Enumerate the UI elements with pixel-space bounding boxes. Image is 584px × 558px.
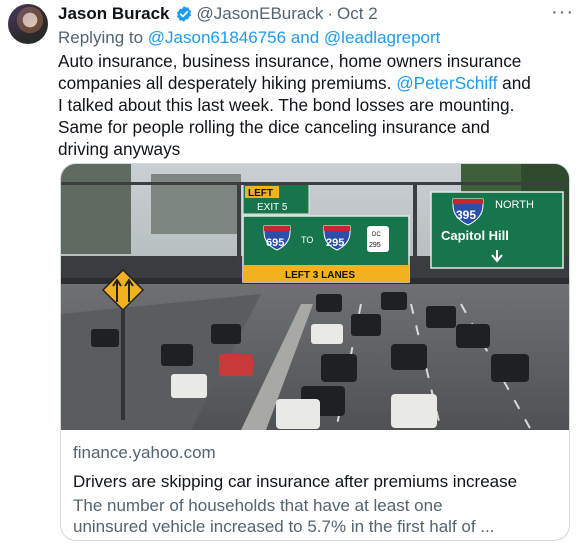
sign-route-295: 295 <box>326 237 344 249</box>
avatar[interactable] <box>8 4 48 44</box>
tweet-line-text: and <box>502 73 531 93</box>
replying-to-label: Replying to <box>58 28 144 47</box>
verified-badge-icon <box>176 6 191 22</box>
tweet-text: Auto insurance, business insurance, home… <box>58 50 578 160</box>
tweet-line: Same for people rolling the dice canceli… <box>58 117 490 137</box>
sign-route-dc295: 295 <box>369 242 381 249</box>
reply-mention-1[interactable]: @Jason61846756 <box>148 28 286 47</box>
tweet-line: I talked about this last week. The bond … <box>58 95 515 115</box>
reply-and: and <box>290 28 320 47</box>
link-preview-card[interactable]: LEFT EXIT 5 695 TO 295 DC 295 LEFT 3 LAN… <box>60 163 570 541</box>
tweet-header: Jason Burack @JasonEBurack · Oct 2 ··· <box>58 1 574 25</box>
separator-dot: · <box>327 4 334 23</box>
reply-mention-2[interactable]: @leadlagreport <box>324 28 441 47</box>
author-handle[interactable]: @JasonEBurack <box>197 4 324 24</box>
sign-dc-text: DC <box>372 232 381 238</box>
tweet-line-text: companies all desperately hiking premium… <box>58 73 392 93</box>
sign-exit-text: EXIT 5 <box>257 202 288 213</box>
card-image[interactable]: LEFT EXIT 5 695 TO 295 DC 295 LEFT 3 LAN… <box>61 164 570 430</box>
sign-destination-text: Capitol Hill <box>441 228 509 243</box>
card-description-line: The number of households that have at le… <box>73 496 443 515</box>
card-description: The number of households that have at le… <box>73 495 559 537</box>
tweet-line: driving anyways <box>58 139 181 159</box>
author-name[interactable]: Jason Burack <box>58 4 170 24</box>
more-options-icon[interactable]: ··· <box>551 1 574 24</box>
sign-lanes-text: LEFT 3 LANES <box>285 270 355 281</box>
card-domain: finance.yahoo.com <box>73 443 216 462</box>
sign-route-695: 695 <box>266 237 284 249</box>
tweet-line: companies all desperately hiking premium… <box>58 72 578 94</box>
tweet-date[interactable]: Oct 2 <box>337 4 378 24</box>
sign-route-395: 395 <box>456 208 476 222</box>
replying-to: Replying to @Jason61846756 and @leadlagr… <box>58 28 440 48</box>
tweet-line: Auto insurance, business insurance, home… <box>58 51 522 71</box>
sign-to-text: TO <box>301 235 313 245</box>
card-meta: finance.yahoo.com Drivers are skipping c… <box>73 443 559 537</box>
action-bar <box>60 551 560 558</box>
card-title[interactable]: Drivers are skipping car insurance after… <box>73 472 559 492</box>
card-description-line: uninsured vehicle increased to 5.7% in t… <box>73 517 495 536</box>
sign-left-text: LEFT <box>248 188 273 199</box>
sign-north-text: NORTH <box>495 199 534 211</box>
mention-link[interactable]: @PeterSchiff <box>396 73 497 93</box>
